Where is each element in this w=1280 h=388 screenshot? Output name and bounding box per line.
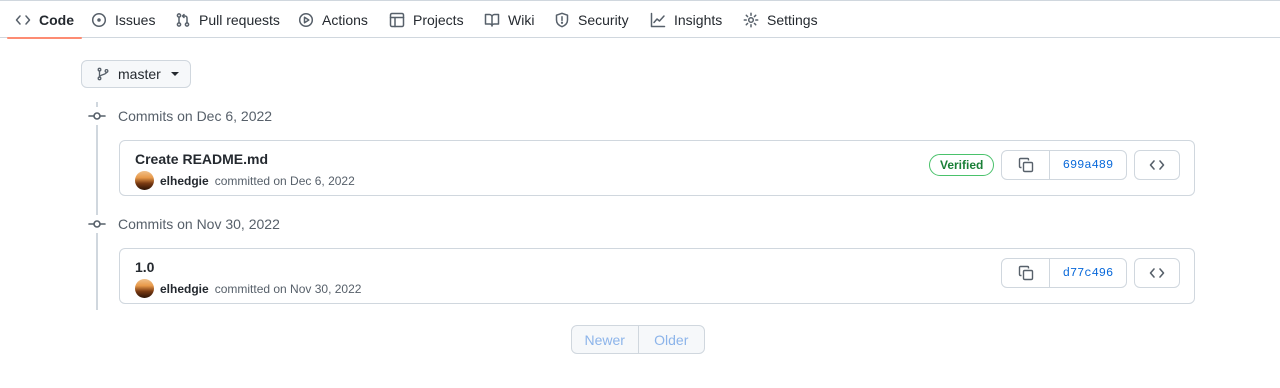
copy-sha-button[interactable] (1002, 259, 1050, 287)
tab-label: Issues (115, 11, 156, 28)
tab-wiki[interactable]: Wiki (476, 1, 542, 38)
commit-group-header: Commits on Nov 30, 2022 (88, 214, 280, 234)
tab-code[interactable]: Code (7, 1, 82, 39)
commit-row: 1.0 elhedgie committed on Nov 30, 2022 d… (119, 248, 1195, 304)
shield-icon (555, 12, 569, 27)
pagination: Newer Older (571, 325, 705, 354)
tab-label: Security (578, 11, 629, 28)
tab-label: Pull requests (199, 11, 280, 28)
commit-title[interactable]: 1.0 (135, 259, 154, 275)
commit-meta: elhedgie committed on Dec 6, 2022 (135, 171, 355, 190)
commit-group-date: Commits on Dec 6, 2022 (118, 108, 273, 124)
table-icon (389, 12, 405, 27)
tab-label: Wiki (508, 11, 535, 28)
commit-sha-group: d77c496 (1001, 258, 1127, 288)
commit-author[interactable]: elhedgie (160, 174, 209, 188)
commit-timeline (96, 102, 98, 310)
commit-group-header: Commits on Dec 6, 2022 (88, 106, 272, 126)
code-icon (1149, 268, 1165, 278)
branch-name: master (118, 66, 161, 82)
newer-button[interactable]: Newer (572, 326, 639, 353)
tab-actions[interactable]: Actions (290, 1, 376, 38)
commit-group-date: Commits on Nov 30, 2022 (118, 216, 280, 232)
commit-title[interactable]: Create README.md (135, 151, 268, 167)
tab-settings[interactable]: Settings (735, 1, 826, 38)
branch-selector[interactable]: master (81, 60, 191, 88)
tab-insights[interactable]: Insights (642, 1, 730, 38)
browse-repo-button[interactable] (1134, 150, 1180, 180)
avatar[interactable] (135, 171, 154, 190)
tab-label: Insights (674, 11, 723, 28)
tab-security[interactable]: Security (546, 1, 637, 38)
git-pull-request-icon (176, 12, 190, 27)
graph-icon (650, 12, 666, 27)
repo-nav: Code Issues Pull requests Actions Projec… (0, 0, 1280, 39)
tab-label: Code (39, 11, 74, 28)
tab-label: Settings (767, 11, 818, 28)
copy-sha-button[interactable] (1002, 151, 1050, 179)
commit-sha-group: 699a489 (1001, 150, 1127, 180)
commit-sha-link[interactable]: d77c496 (1050, 259, 1126, 287)
copy-icon (1018, 265, 1033, 281)
play-icon (298, 12, 314, 27)
copy-icon (1018, 157, 1033, 173)
caret-down-icon (170, 72, 179, 76)
commit-sha-link[interactable]: 699a489 (1050, 151, 1126, 179)
commit-meta: elhedgie committed on Nov 30, 2022 (135, 279, 361, 298)
code-icon (1149, 160, 1165, 170)
tab-label: Projects (413, 11, 464, 28)
tab-pull-requests[interactable]: Pull requests (167, 1, 288, 38)
issue-opened-icon (91, 12, 107, 27)
tab-projects[interactable]: Projects (381, 1, 472, 38)
git-commit-icon (88, 107, 106, 125)
commit-author[interactable]: elhedgie (160, 282, 209, 296)
commit-date: committed on Dec 6, 2022 (214, 173, 355, 188)
commit-row: Create README.md elhedgie committed on D… (119, 140, 1195, 196)
git-branch-icon (97, 67, 109, 81)
verified-badge[interactable]: Verified (929, 154, 995, 176)
tab-issues[interactable]: Issues (83, 1, 163, 38)
browse-repo-button[interactable] (1134, 258, 1180, 288)
tab-label: Actions (322, 11, 368, 28)
older-button[interactable]: Older (639, 326, 705, 353)
git-commit-icon (88, 215, 106, 233)
book-icon (484, 13, 500, 27)
gear-icon (743, 12, 759, 27)
commit-date: committed on Nov 30, 2022 (214, 281, 362, 296)
code-icon (15, 14, 31, 25)
avatar[interactable] (135, 279, 154, 298)
